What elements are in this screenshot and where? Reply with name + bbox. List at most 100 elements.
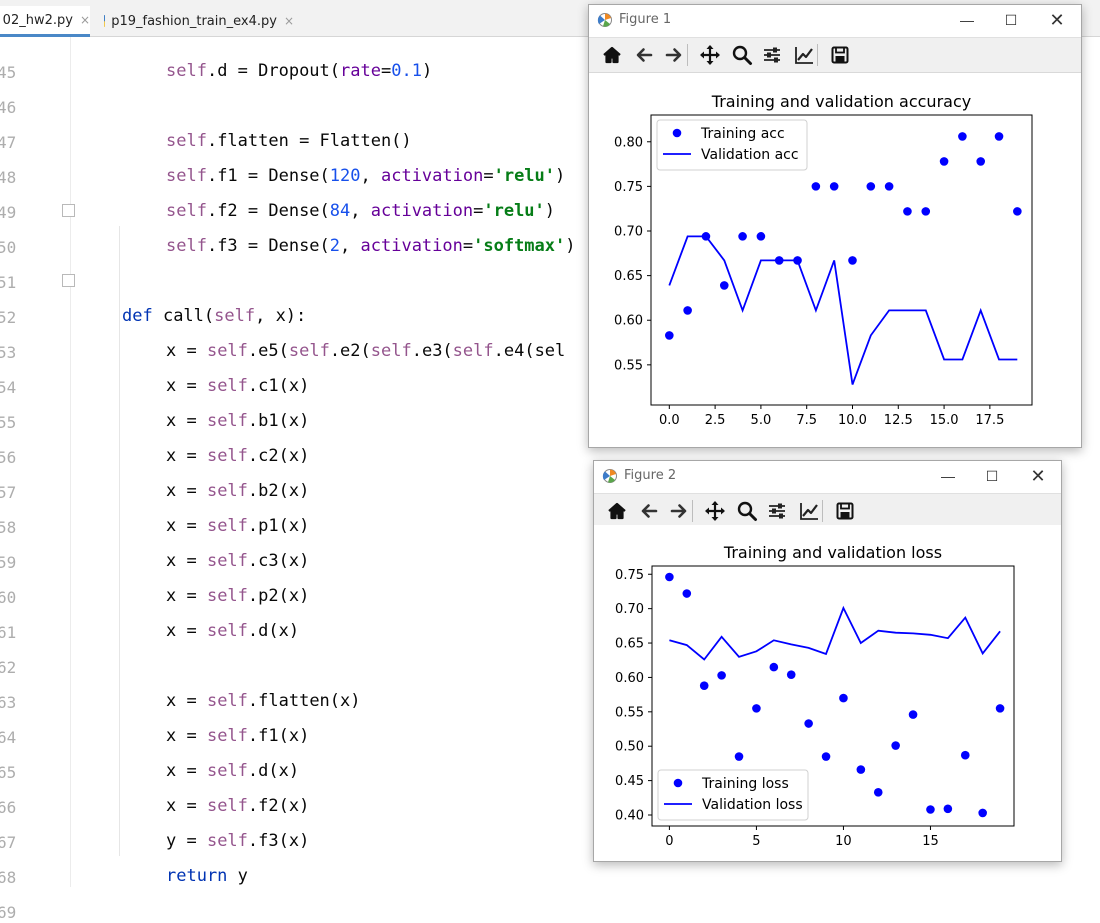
code-line[interactable]: self.flatten = Flatten() xyxy=(166,131,412,151)
line-number: 45 xyxy=(0,63,17,82)
save-icon[interactable] xyxy=(832,499,858,523)
line-number: 66 xyxy=(0,798,17,817)
back-arrow-icon[interactable] xyxy=(631,43,657,67)
configure-subplots-icon[interactable] xyxy=(764,499,790,523)
x-tick-label: 7.5 xyxy=(796,413,817,428)
code-line[interactable]: x = self.d(x) xyxy=(166,761,299,781)
code-line[interactable]: x = self.f1(x) xyxy=(166,726,309,746)
training-point xyxy=(978,808,987,818)
minimize-icon[interactable]: — xyxy=(953,9,981,31)
line-number: 51 xyxy=(0,273,17,292)
training-point xyxy=(856,765,866,774)
code-line[interactable]: x = self.e5(self.e2(self.e3(self.e4(sel xyxy=(166,341,565,361)
y-tick-label: 0.75 xyxy=(614,180,643,195)
training-point xyxy=(943,804,953,814)
line-number: 49 xyxy=(0,203,17,222)
pan-icon[interactable] xyxy=(697,43,723,67)
y-tick-label: 0.55 xyxy=(614,358,643,373)
loss-chart: Training and validation loss 0 5 10 15 0.40 0.… xyxy=(615,543,1015,849)
zoom-icon[interactable] xyxy=(729,43,755,67)
close-tab-icon[interactable]: × xyxy=(284,14,294,28)
x-tick-label: 17.5 xyxy=(975,413,1004,428)
code-line[interactable]: return y xyxy=(166,866,248,886)
close-icon[interactable]: ✕ xyxy=(1024,465,1052,487)
python-file-icon xyxy=(104,15,106,27)
tab-p19-fashion-train-ex4[interactable]: p19_fashion_train_ex4.py × xyxy=(104,6,294,36)
code-line[interactable]: self.f2 = Dense(84, activation='relu') xyxy=(166,201,555,221)
training-point xyxy=(848,256,857,265)
code-line[interactable]: def call(self, x): xyxy=(122,306,306,326)
training-point xyxy=(719,281,729,290)
save-icon[interactable] xyxy=(827,43,853,67)
training-point xyxy=(821,752,831,761)
y-tick-label: 0.80 xyxy=(614,135,643,150)
code-line[interactable]: x = self.f2(x) xyxy=(166,796,309,816)
close-icon[interactable]: ✕ xyxy=(1043,9,1071,31)
window-title-bar[interactable]: Figure 1 — ☐ ✕ xyxy=(589,5,1081,35)
maximize-icon[interactable]: ☐ xyxy=(997,9,1025,31)
close-tab-icon[interactable]: × xyxy=(80,13,90,27)
training-point xyxy=(756,232,766,241)
training-point xyxy=(939,157,949,166)
maximize-icon[interactable]: ☐ xyxy=(978,465,1006,487)
line-number: 56 xyxy=(0,448,17,467)
plot-canvas[interactable]: Training and validation loss 0 5 10 15 0.40 0.… xyxy=(594,525,1061,861)
code-line[interactable]: x = self.b2(x) xyxy=(166,481,309,501)
code-line[interactable]: x = self.b1(x) xyxy=(166,411,309,431)
training-point xyxy=(926,805,935,814)
line-number: 55 xyxy=(0,413,17,432)
code-line[interactable]: x = self.c3(x) xyxy=(166,551,309,571)
code-line[interactable]: x = self.p2(x) xyxy=(166,586,309,606)
zoom-icon[interactable] xyxy=(734,499,760,523)
line-number: 67 xyxy=(0,833,17,852)
training-point xyxy=(903,207,912,216)
back-arrow-icon[interactable] xyxy=(636,499,662,523)
line-number: 46 xyxy=(0,98,17,117)
edit-axis-icon[interactable] xyxy=(796,499,822,523)
training-point xyxy=(665,331,674,340)
fold-marker-icon[interactable] xyxy=(62,274,75,287)
forward-arrow-icon[interactable] xyxy=(661,43,687,67)
code-line[interactable]: self.f1 = Dense(120, activation='relu') xyxy=(166,166,565,186)
code-line[interactable]: x = self.c1(x) xyxy=(166,376,309,396)
legend-marker xyxy=(672,128,682,138)
code-line[interactable]: self.d = Dropout(rate=0.1) xyxy=(166,61,432,81)
configure-subplots-icon[interactable] xyxy=(759,43,785,67)
code-line[interactable]: x = self.c2(x) xyxy=(166,446,309,466)
training-point xyxy=(665,572,674,582)
minimize-icon[interactable]: — xyxy=(934,465,962,487)
y-tick-label: 0.60 xyxy=(615,671,644,686)
home-icon[interactable] xyxy=(604,499,630,523)
legend-label: Training loss xyxy=(701,776,789,792)
code-line[interactable]: self.f3 = Dense(2, activation='softmax') xyxy=(166,236,576,256)
edit-axis-icon[interactable] xyxy=(791,43,817,67)
training-point xyxy=(891,741,900,750)
fold-marker-icon[interactable] xyxy=(62,204,75,217)
x-tick-label: 2.5 xyxy=(705,413,726,428)
figure-1-window[interactable]: Figure 1 — ☐ ✕ Training and validation a… xyxy=(588,4,1082,448)
window-title: Figure 1 xyxy=(619,12,672,27)
code-line[interactable]: y = self.f3(x) xyxy=(166,831,309,851)
code-line[interactable]: x = self.flatten(x) xyxy=(166,691,361,711)
home-icon[interactable] xyxy=(599,43,625,67)
code-line[interactable]: x = self.d(x) xyxy=(166,621,299,641)
training-point xyxy=(774,256,784,265)
training-point xyxy=(1013,207,1022,216)
training-point xyxy=(682,589,692,598)
tab-02-hw2[interactable]: 02_hw2.py × xyxy=(0,6,90,37)
line-number: 52 xyxy=(0,308,17,327)
training-point xyxy=(829,182,839,191)
plot-canvas[interactable]: Training and validation accuracy 0.0 2.5 5.… xyxy=(589,73,1081,447)
window-title-bar[interactable]: Figure 2 — ☐ ✕ xyxy=(594,461,1061,491)
y-tick-label: 0.40 xyxy=(615,808,644,823)
x-tick-label: 15 xyxy=(922,834,939,849)
toolbar-separator xyxy=(692,500,693,522)
y-tick-label: 0.60 xyxy=(614,314,643,329)
forward-arrow-icon[interactable] xyxy=(666,499,692,523)
x-tick-label: 10.0 xyxy=(838,413,867,428)
toolbar-separator xyxy=(817,44,818,66)
code-line[interactable]: x = self.p1(x) xyxy=(166,516,309,536)
training-point xyxy=(738,232,747,241)
figure-2-window[interactable]: Figure 2 — ☐ ✕ Training and validation l… xyxy=(593,460,1062,862)
pan-icon[interactable] xyxy=(702,499,728,523)
